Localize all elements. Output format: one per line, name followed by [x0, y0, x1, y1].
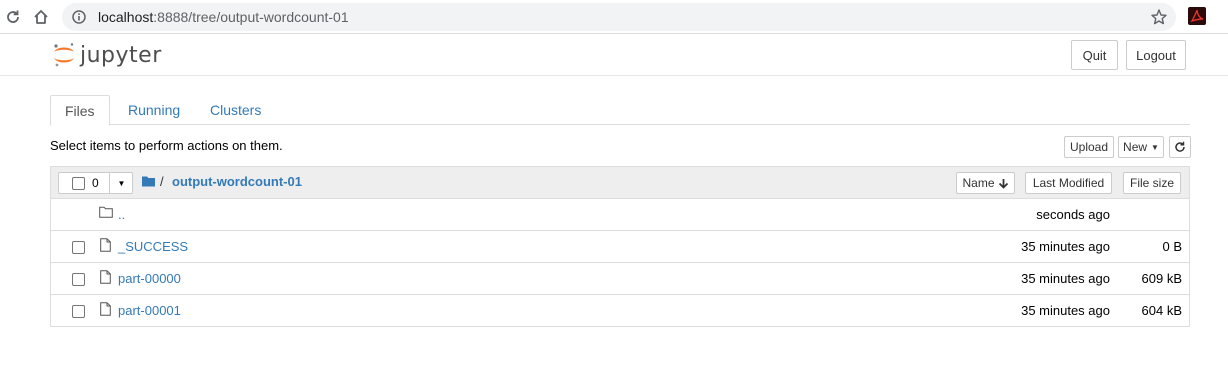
- tab-bar: Files Running Clusters: [50, 95, 1190, 126]
- upload-button[interactable]: Upload: [1064, 136, 1114, 158]
- select-all-checkbox[interactable]: [72, 177, 85, 190]
- list-item-parent[interactable]: .. seconds ago: [51, 199, 1189, 231]
- refresh-icon: [1175, 141, 1185, 152]
- file-list-header: 0 ▼ / output-wordcount-01 Name Last Modi…: [51, 167, 1189, 199]
- item-modified: 35 minutes ago: [1021, 271, 1110, 286]
- selected-count: 0: [92, 176, 99, 190]
- select-dropdown-caret-icon[interactable]: ▼: [109, 172, 133, 194]
- reload-icon[interactable]: [2, 6, 24, 28]
- file-list: 0 ▼ / output-wordcount-01 Name Last Modi…: [50, 166, 1190, 327]
- list-item[interactable]: _SUCCESS 35 minutes ago 0 B: [51, 231, 1189, 263]
- item-name-link[interactable]: ..: [118, 207, 125, 222]
- tab-running[interactable]: Running: [114, 95, 194, 125]
- item-name-link[interactable]: part-00001: [118, 303, 181, 318]
- item-name-link[interactable]: part-00000: [118, 271, 181, 286]
- new-button-label: New: [1123, 140, 1148, 154]
- folder-outline-icon: [99, 206, 113, 221]
- jupyter-logo-icon: [54, 43, 74, 67]
- sort-by-name-button[interactable]: Name: [956, 172, 1015, 194]
- instructions-text: Select items to perform actions on them.: [50, 138, 283, 153]
- item-name-link[interactable]: _SUCCESS: [118, 239, 188, 254]
- item-size: 609 kB: [1141, 271, 1182, 286]
- browser-toolbar: localhost:8888/tree/output-wordcount-01: [0, 0, 1228, 34]
- pdf-extension-icon[interactable]: [1188, 7, 1206, 25]
- sort-name-label: Name: [962, 176, 995, 190]
- tab-files[interactable]: Files: [50, 95, 110, 126]
- jupyter-logo-text: jupyter: [80, 42, 162, 68]
- address-bar[interactable]: localhost:8888/tree/output-wordcount-01: [62, 3, 1176, 31]
- home-icon[interactable]: [30, 6, 52, 28]
- tab-clusters[interactable]: Clusters: [196, 95, 275, 125]
- quit-button[interactable]: Quit: [1071, 40, 1118, 70]
- file-icon: [100, 302, 111, 319]
- sort-by-size-button[interactable]: File size: [1123, 172, 1181, 194]
- url-text: localhost:8888/tree/output-wordcount-01: [98, 9, 349, 25]
- file-icon: [100, 270, 111, 287]
- item-modified: seconds ago: [1036, 207, 1110, 222]
- list-item[interactable]: part-00000 35 minutes ago 609 kB: [51, 263, 1189, 295]
- select-all-group: 0 ▼: [58, 172, 133, 194]
- breadcrumb-current-folder[interactable]: output-wordcount-01: [172, 174, 302, 189]
- logout-button[interactable]: Logout: [1126, 40, 1186, 70]
- list-item[interactable]: part-00001 35 minutes ago 604 kB: [51, 295, 1189, 327]
- item-modified: 35 minutes ago: [1021, 239, 1110, 254]
- jupyter-header: jupyter Quit Logout: [0, 35, 1228, 76]
- item-size: 604 kB: [1141, 303, 1182, 318]
- caret-down-icon: ▼: [1151, 142, 1159, 152]
- refresh-button[interactable]: [1169, 136, 1191, 158]
- breadcrumb-separator: /: [160, 174, 164, 189]
- sort-by-modified-button[interactable]: Last Modified: [1025, 172, 1112, 194]
- item-checkbox[interactable]: [72, 273, 85, 286]
- file-icon: [100, 238, 111, 255]
- item-size: 0 B: [1162, 239, 1182, 254]
- info-icon[interactable]: [72, 10, 86, 27]
- bookmark-star-icon[interactable]: [1150, 8, 1168, 29]
- folder-icon[interactable]: [142, 175, 155, 190]
- item-checkbox[interactable]: [72, 305, 85, 318]
- jupyter-logo[interactable]: jupyter: [52, 40, 162, 70]
- arrow-down-icon: [998, 178, 1008, 189]
- item-modified: 35 minutes ago: [1021, 303, 1110, 318]
- item-checkbox[interactable]: [72, 241, 85, 254]
- new-dropdown-button[interactable]: New ▼: [1118, 136, 1164, 158]
